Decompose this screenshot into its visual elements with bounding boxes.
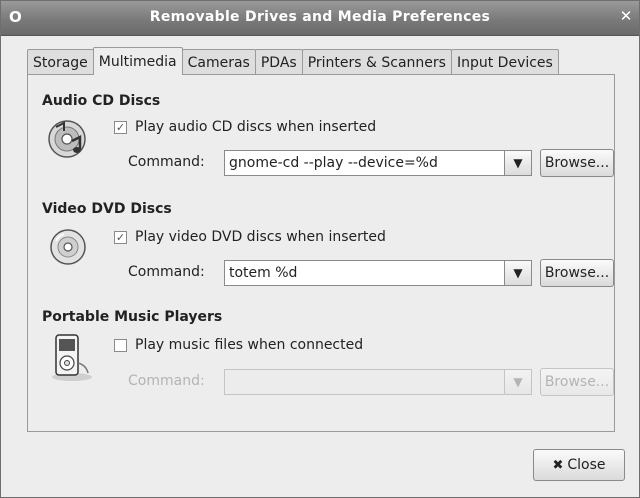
play-video-dvd-option[interactable]: ✓ Play video DVD discs when inserted bbox=[114, 229, 386, 245]
tab-multimedia[interactable]: Multimedia bbox=[92, 47, 183, 75]
play-video-dvd-checkbox[interactable]: ✓ bbox=[114, 230, 127, 244]
video-command-combo[interactable]: totem %d ▼ bbox=[224, 260, 532, 286]
audio-command-label: Command: bbox=[128, 154, 205, 170]
tab-input-devices[interactable]: Input Devices bbox=[450, 49, 559, 75]
video-command-dropdown-button[interactable]: ▼ bbox=[504, 260, 532, 286]
play-music-files-checkbox[interactable] bbox=[114, 338, 127, 352]
video-command-label: Command: bbox=[128, 264, 205, 280]
audio-command-value[interactable]: gnome-cd --play --device=%d bbox=[229, 155, 438, 171]
window-title: Removable Drives and Media Preferences bbox=[149, 9, 491, 25]
music-command-label: Command: bbox=[128, 373, 205, 389]
play-audio-cd-checkbox[interactable]: ✓ bbox=[114, 120, 127, 134]
audio-browse-button[interactable]: Browse... bbox=[540, 149, 614, 177]
play-video-dvd-label: Play video DVD discs when inserted bbox=[135, 229, 386, 245]
music-browse-button: Browse... bbox=[540, 368, 614, 396]
title-bar[interactable]: O Removable Drives and Media Preferences… bbox=[1, 1, 639, 36]
play-music-files-option[interactable]: Play music files when connected bbox=[114, 337, 363, 353]
video-command-value[interactable]: totem %d bbox=[229, 265, 297, 281]
audio-cd-icon bbox=[48, 120, 86, 158]
music-players-section-title: Portable Music Players bbox=[42, 309, 223, 325]
play-music-files-label: Play music files when connected bbox=[135, 337, 364, 353]
play-audio-cd-label: Play audio CD discs when inserted bbox=[135, 119, 377, 135]
tab-bar: Storage Multimedia Cameras PDAs Printers… bbox=[27, 47, 559, 75]
audio-cd-section-title: Audio CD Discs bbox=[42, 93, 161, 109]
tab-printers-scanners[interactable]: Printers & Scanners bbox=[301, 49, 452, 75]
audio-command-dropdown-button[interactable]: ▼ bbox=[504, 150, 532, 176]
play-audio-cd-option[interactable]: ✓ Play audio CD discs when inserted bbox=[114, 119, 376, 135]
video-browse-button[interactable]: Browse... bbox=[540, 259, 614, 287]
preferences-window: O Removable Drives and Media Preferences… bbox=[0, 0, 640, 498]
close-button-label: Close bbox=[567, 457, 606, 473]
audio-command-combo[interactable]: gnome-cd --play --device=%d ▼ bbox=[224, 150, 532, 176]
close-button[interactable]: ✖ Close bbox=[533, 449, 625, 481]
tab-cameras[interactable]: Cameras bbox=[181, 49, 256, 75]
multimedia-panel: Audio CD Discs ✓ Play audio CD discs whe… bbox=[27, 74, 615, 432]
tab-pdas[interactable]: PDAs bbox=[254, 49, 303, 75]
window-close-icon[interactable]: ✕ bbox=[617, 7, 635, 25]
close-icon: ✖ bbox=[552, 458, 564, 473]
tab-storage[interactable]: Storage bbox=[27, 49, 94, 75]
music-player-icon bbox=[52, 334, 92, 381]
video-dvd-icon bbox=[50, 229, 86, 265]
video-dvd-section-title: Video DVD Discs bbox=[42, 201, 172, 217]
music-command-dropdown-button: ▼ bbox=[504, 369, 532, 395]
music-command-combo: ▼ bbox=[224, 369, 532, 395]
